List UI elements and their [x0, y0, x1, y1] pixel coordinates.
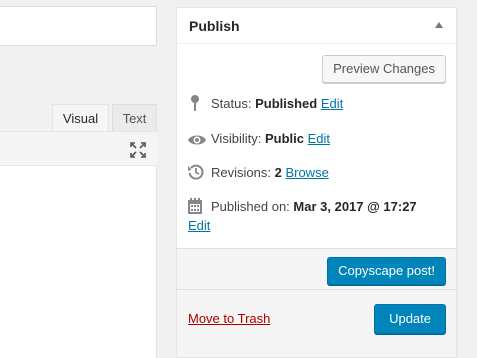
published-on-row: Published on: Mar 3, 2017 @ 17:27: [187, 197, 417, 221]
tab-visual[interactable]: Visual: [52, 104, 109, 132]
major-publishing-actions: Move to Trash Update: [177, 289, 456, 357]
fullscreen-icon[interactable]: [129, 141, 147, 159]
history-icon: [187, 163, 207, 187]
revisions-browse-link[interactable]: Browse: [285, 165, 328, 180]
arrow-up-icon[interactable]: [435, 22, 443, 28]
published-on-value: Mar 3, 2017 @ 17:27: [293, 199, 417, 214]
revisions-row: Revisions: 2 Browse: [187, 163, 329, 187]
publish-box-title: Publish: [189, 18, 240, 34]
published-on-edit-link[interactable]: Edit: [188, 218, 210, 233]
revisions-label: Revisions:: [211, 165, 271, 180]
pin-icon: [187, 94, 207, 118]
editor-tabs: Visual Text: [0, 104, 157, 132]
visibility-row: Visibility: Public Edit: [187, 129, 330, 153]
status-row: Status: Published Edit: [187, 94, 343, 118]
publish-box-header[interactable]: Publish: [177, 8, 456, 44]
status-label: Status:: [211, 96, 252, 111]
visibility-label: Visibility:: [211, 131, 262, 146]
publish-box: Publish Preview Changes Status: Publishe…: [176, 7, 457, 358]
revisions-value: 2: [274, 165, 282, 180]
move-to-trash-link[interactable]: Move to Trash: [188, 311, 270, 326]
visibility-value: Public: [264, 131, 304, 146]
editor-toolbar: [0, 131, 157, 166]
preview-changes-button[interactable]: Preview Changes: [322, 55, 446, 83]
tab-text[interactable]: Text: [112, 104, 157, 132]
status-value: Published: [255, 96, 318, 111]
eye-icon: [187, 133, 207, 153]
editor-content-area[interactable]: [0, 166, 157, 358]
copyscape-section: Copyscape post!: [177, 248, 456, 289]
published-on-label: Published on:: [211, 199, 290, 214]
copyscape-post-button[interactable]: Copyscape post!: [327, 257, 446, 285]
visibility-edit-link[interactable]: Edit: [308, 131, 330, 146]
update-button[interactable]: Update: [374, 304, 446, 334]
post-title-input[interactable]: [0, 6, 157, 46]
status-edit-link[interactable]: Edit: [321, 96, 343, 111]
